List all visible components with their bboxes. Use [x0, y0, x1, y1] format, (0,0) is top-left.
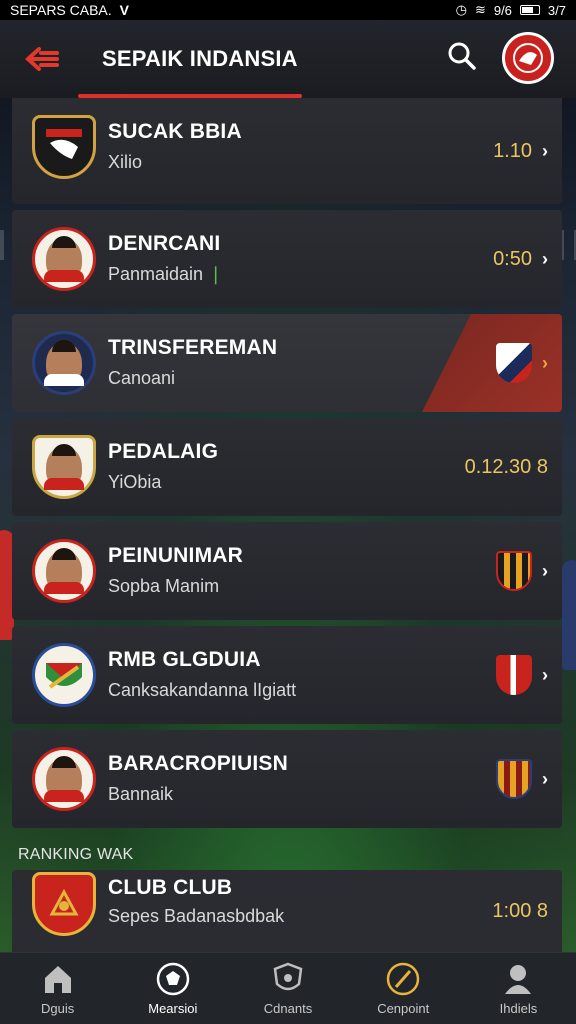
- section-heading: RANKING WAK: [18, 846, 134, 863]
- player-avatar: [32, 435, 96, 499]
- player-shirt: [44, 582, 84, 594]
- list-item[interactable]: BARACROPIUISN Bannaik ›: [12, 730, 562, 828]
- back-arrow-icon[interactable]: [12, 29, 72, 89]
- search-icon[interactable]: [444, 38, 480, 74]
- team-name: PEDALAIG: [108, 440, 219, 463]
- nav-item-clubs[interactable]: Cdnants: [230, 953, 345, 1024]
- row-right: 0:50 ›: [493, 210, 548, 308]
- nav-label: Cenpoint: [377, 1001, 430, 1016]
- chevron-right-icon: ›: [542, 560, 548, 581]
- chevron-right-icon: ›: [542, 664, 548, 685]
- team-list: SUCAK BBIA Xilio 1.10 › DENRCANI Panmaid…: [12, 98, 562, 834]
- odds-value: 1.10: [493, 139, 532, 162]
- player-avatar: [32, 539, 96, 603]
- team-subtitle: Xilio: [108, 152, 143, 172]
- chevron-right-icon: ›: [542, 352, 548, 373]
- team-crest-icon: [32, 872, 96, 936]
- status-bar: SEPARS CABA. V ◷ ≋ 9/6 3/7: [0, 0, 576, 20]
- player-shirt: [44, 374, 84, 386]
- list-item[interactable]: DENRCANI Panmaidain ❘ 0:50 ›: [12, 210, 562, 308]
- player-shirt: [44, 790, 84, 802]
- club-shield-icon: [496, 343, 532, 383]
- odds-value: 0:50: [493, 247, 532, 270]
- row-right: ›: [496, 626, 548, 724]
- battery-icon: [519, 5, 540, 15]
- chevron-right-icon: ›: [542, 140, 548, 161]
- team-name: DENRCANI: [108, 232, 221, 255]
- status-time: 3/7: [547, 2, 566, 18]
- team-crest-icon: [32, 115, 96, 179]
- list-item[interactable]: RMB GLGDUIA Canksakandanna lIgiatt ›: [12, 626, 562, 724]
- list-item[interactable]: TRINSFEREMAN Canoani ›: [12, 314, 562, 412]
- list-item[interactable]: SUCAK BBIA Xilio 1.10 ›: [12, 98, 562, 204]
- nav-label: Dguis: [40, 1001, 75, 1016]
- notification-icon: V: [119, 2, 130, 18]
- team-name: RMB GLGDUIA: [108, 648, 261, 671]
- list-item[interactable]: PEDALAIG YiObia 0.12.30 8: [12, 418, 562, 516]
- team-subtitle: Bannaik: [108, 784, 174, 804]
- leaf-icon: ❘: [208, 264, 224, 284]
- wifi-icon: ≋: [474, 2, 486, 17]
- odds-value: 1:00 8: [492, 899, 548, 922]
- nav-label: Ihdiels: [499, 1001, 538, 1016]
- row-right: ›: [496, 314, 548, 412]
- team-name: BARACROPIUISN: [108, 752, 288, 775]
- player-shirt: [44, 478, 84, 490]
- profile-icon: [500, 961, 536, 997]
- alarm-icon: ◷: [455, 2, 467, 17]
- page-title: SEPAIK INDANSIA: [102, 46, 298, 71]
- nav-item-profile[interactable]: Ihdiels: [461, 953, 576, 1024]
- nav-item-compass[interactable]: Cenpoint: [346, 953, 461, 1024]
- nav-label: Cdnants: [263, 1001, 313, 1016]
- soccer-ball-icon: [155, 961, 191, 997]
- chevron-right-icon: ›: [542, 248, 548, 269]
- odds-value: 0.12.30 8: [464, 455, 548, 478]
- team-subtitle: Sepes Badanasbdbak: [108, 906, 285, 926]
- team-crest-icon: [32, 643, 96, 707]
- team-subtitle: YiObia: [108, 472, 162, 492]
- back-arrow-glyph: [25, 47, 59, 71]
- team-subtitle: Canksakandanna lIgiatt: [108, 680, 297, 700]
- bottom-nav: Dguis Mearsioi Cdnants Cenpoint Ihdiels: [0, 952, 576, 1024]
- app-header: SEPAIK INDANSIA: [0, 20, 576, 98]
- team-name: CLUB CLUB: [108, 876, 233, 899]
- list-item[interactable]: PEINUNIMAR Sopba Manim ›: [12, 522, 562, 620]
- status-left-text: SEPARS CABA.: [10, 2, 112, 18]
- row-right: ›: [496, 522, 548, 620]
- club-shield-icon: [496, 759, 532, 799]
- player-avatar: [32, 747, 96, 811]
- row-right: 1:00 8: [492, 870, 548, 952]
- nav-item-home[interactable]: Dguis: [0, 953, 115, 1024]
- compass-icon: [385, 961, 421, 997]
- team-subtitle: Sopba Manim: [108, 576, 220, 596]
- club-shield-icon: [496, 551, 532, 591]
- list-item[interactable]: CLUB CLUB Sepes Badanasbdbak 1:00 8: [12, 870, 562, 952]
- team-subtitle: Panmaidain ❘: [108, 264, 223, 285]
- player-avatar: [32, 227, 96, 291]
- nav-item-matches[interactable]: Mearsioi: [115, 953, 230, 1024]
- row-right: ›: [496, 730, 548, 828]
- player-avatar: [32, 331, 96, 395]
- team-subtitle: Canoani: [108, 368, 176, 388]
- background-player-right: [562, 560, 576, 670]
- club-logo-icon[interactable]: [502, 32, 554, 84]
- chevron-right-icon: ›: [542, 768, 548, 789]
- club-shield-icon: [496, 655, 532, 695]
- row-right: 1.10 ›: [493, 98, 548, 204]
- team-name: SUCAK BBIA: [108, 120, 242, 143]
- signal-icon: 9/6: [493, 2, 512, 18]
- team-name: PEINUNIMAR: [108, 544, 244, 567]
- team-subtitle-text: Panmaidain: [108, 264, 204, 284]
- player-shirt: [44, 270, 84, 282]
- home-icon: [40, 961, 76, 997]
- nav-label: Mearsioi: [148, 1001, 198, 1016]
- shield-icon: [270, 961, 306, 997]
- title-tab[interactable]: SEPAIK INDANSIA: [78, 20, 322, 98]
- row-right: 0.12.30 8: [465, 418, 548, 516]
- team-name: TRINSFEREMAN: [108, 336, 278, 359]
